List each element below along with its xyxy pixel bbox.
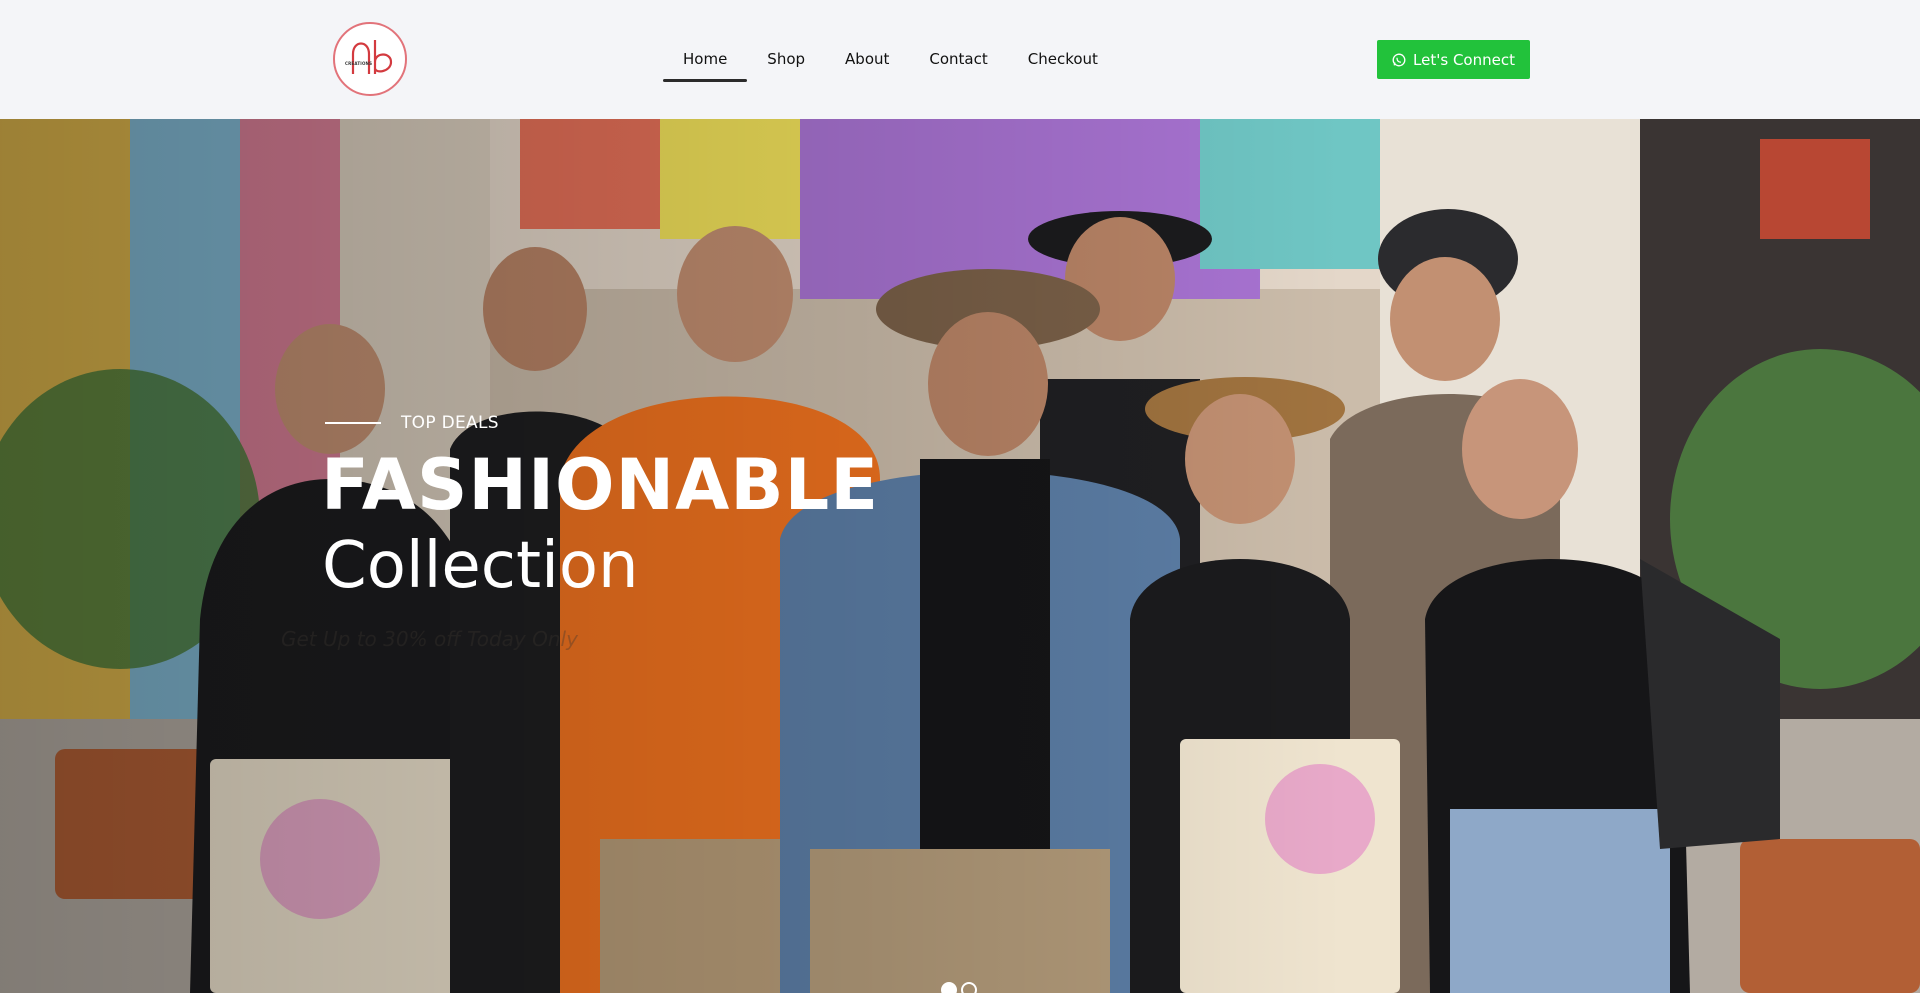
whatsapp-icon xyxy=(1392,53,1406,67)
nav-item-home[interactable]: Home xyxy=(663,38,748,82)
site-header: CREATIONS Home Shop About Contact Checko… xyxy=(0,0,1920,119)
lets-connect-button[interactable]: Let's Connect xyxy=(1377,40,1530,79)
eyebrow-text: TOP DEALS xyxy=(401,413,499,433)
hero-tagline: Get Up to 30% off Today Only xyxy=(281,627,578,651)
lets-connect-label: Let's Connect xyxy=(1413,50,1515,69)
nav-item-contact[interactable]: Contact xyxy=(909,38,1007,82)
slider-pagination xyxy=(941,982,977,993)
nav-item-checkout[interactable]: Checkout xyxy=(1008,38,1118,82)
slide-dot-1[interactable] xyxy=(941,982,957,993)
hero-eyebrow: TOP DEALS xyxy=(325,413,499,433)
hero-banner: TOP DEALS FASHIONABLE Collection Get Up … xyxy=(0,119,1920,993)
logo-monogram-icon xyxy=(351,40,393,74)
hero-overlay xyxy=(0,119,1920,993)
eyebrow-divider xyxy=(325,422,381,424)
hero-title: FASHIONABLE xyxy=(321,444,880,526)
nav-item-shop[interactable]: Shop xyxy=(747,38,825,82)
logo-text: CREATIONS xyxy=(345,61,373,66)
hero-subtitle: Collection xyxy=(322,529,639,603)
slide-dot-2[interactable] xyxy=(961,982,977,993)
main-nav: Home Shop About Contact Checkout xyxy=(663,38,1118,84)
nav-item-about[interactable]: About xyxy=(825,38,909,82)
brand-logo[interactable]: CREATIONS xyxy=(333,22,407,96)
